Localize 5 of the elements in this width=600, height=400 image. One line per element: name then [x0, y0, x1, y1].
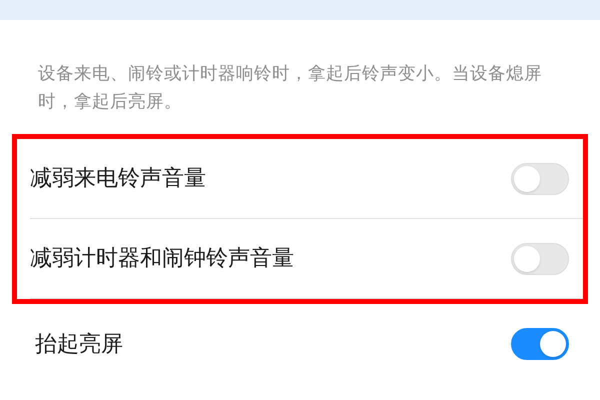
setting-label: 减弱来电铃声音量 — [30, 165, 206, 193]
setting-label: 减弱计时器和闹钟铃声音量 — [30, 245, 294, 273]
description-text: 设备来电、闹铃或计时器响铃时，拿起后铃声变小。当设备熄屏时，拿起后亮屏。 — [38, 63, 543, 114]
setting-label: 抬起亮屏 — [35, 330, 123, 358]
toggle-switch[interactable] — [511, 328, 569, 360]
